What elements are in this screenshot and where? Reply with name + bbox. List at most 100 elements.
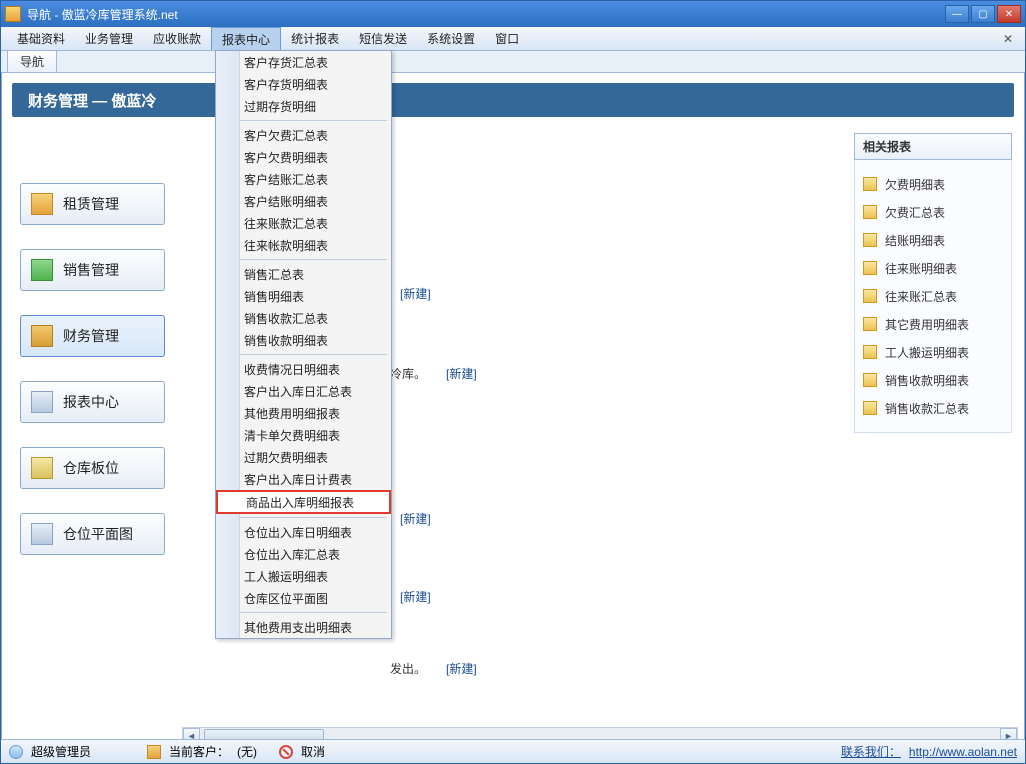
- menu-5[interactable]: 短信发送: [349, 27, 417, 50]
- menubar: 基础资料业务管理应收账款报表中心统计报表短信发送系统设置窗口 ✕: [1, 27, 1025, 51]
- titlebar: 导航 - 傲蓝冷库管理系统.net — ▢ ✕: [1, 1, 1025, 27]
- dropdown-item[interactable]: 往来帐款明细表: [216, 234, 391, 256]
- related-report-8[interactable]: 销售收款汇总表: [863, 394, 1003, 422]
- dropdown-item[interactable]: 往来账款汇总表: [216, 212, 391, 234]
- report-icon: [863, 373, 877, 387]
- banner-title: 财务管理 — 傲蓝冷: [28, 90, 156, 111]
- close-button[interactable]: ✕: [997, 5, 1021, 23]
- menu-3[interactable]: 报表中心: [211, 27, 281, 50]
- dropdown-item[interactable]: 过期存货明细: [216, 95, 391, 117]
- maximize-button[interactable]: ▢: [971, 5, 995, 23]
- dropdown-separator: [220, 517, 387, 518]
- row-desc-1: 冷库。: [390, 365, 426, 382]
- nav-icon-4: [31, 457, 53, 479]
- dropdown-item[interactable]: 其他费用支出明细表: [216, 616, 391, 638]
- nav-icon-3: [31, 391, 53, 413]
- dropdown-item[interactable]: 仓位出入库日明细表: [216, 521, 391, 543]
- nav-btn-4[interactable]: 仓库板位: [20, 447, 165, 489]
- menu-2[interactable]: 应收账款: [143, 27, 211, 50]
- dropdown-separator: [220, 354, 387, 355]
- minimize-button[interactable]: —: [945, 5, 969, 23]
- related-report-5[interactable]: 其它费用明细表: [863, 310, 1003, 338]
- nav-btn-1[interactable]: 销售管理: [20, 249, 165, 291]
- close-document-button[interactable]: ✕: [997, 27, 1019, 50]
- nav-btn-3[interactable]: 报表中心: [20, 381, 165, 423]
- user-icon: [9, 745, 23, 759]
- nav-label-3: 报表中心: [63, 392, 119, 412]
- cancel-icon[interactable]: [279, 745, 293, 759]
- status-customer-label: 当前客户：: [169, 743, 229, 760]
- app-icon: [5, 6, 21, 22]
- related-reports-header: 相关报表: [854, 133, 1012, 160]
- dropdown-item[interactable]: 商品出入库明细报表: [216, 490, 391, 514]
- related-report-0[interactable]: 欠费明细表: [863, 170, 1003, 198]
- tabstrip: 导航: [1, 51, 1025, 73]
- related-report-label-0: 欠费明细表: [885, 176, 945, 193]
- nav-btn-2[interactable]: 财务管理: [20, 315, 165, 357]
- row-new-link-2[interactable]: [新建]: [400, 510, 431, 527]
- dropdown-item[interactable]: 客户结账汇总表: [216, 168, 391, 190]
- row-new-link-0[interactable]: [新建]: [400, 285, 431, 302]
- status-cancel[interactable]: 取消: [301, 743, 325, 760]
- dropdown-item[interactable]: 客户出入库日汇总表: [216, 380, 391, 402]
- menu-0[interactable]: 基础资料: [7, 27, 75, 50]
- related-report-1[interactable]: 欠费汇总表: [863, 198, 1003, 226]
- dropdown-item[interactable]: 仓位出入库汇总表: [216, 543, 391, 565]
- report-center-dropdown: 客户存货汇总表客户存货明细表过期存货明细客户欠费汇总表客户欠费明细表客户结账汇总…: [215, 50, 392, 639]
- contact-link[interactable]: http://www.aolan.net: [909, 745, 1017, 759]
- nav-icon-2: [31, 325, 53, 347]
- nav-btn-0[interactable]: 租赁管理: [20, 183, 165, 225]
- report-icon: [863, 289, 877, 303]
- nav-label-2: 财务管理: [63, 326, 119, 346]
- related-report-6[interactable]: 工人搬运明细表: [863, 338, 1003, 366]
- left-nav: 租赁管理销售管理财务管理报表中心仓库板位仓位平面图: [20, 183, 165, 555]
- customer-icon: [147, 745, 161, 759]
- related-report-4[interactable]: 往来账汇总表: [863, 282, 1003, 310]
- tab-nav[interactable]: 导航: [7, 50, 57, 72]
- nav-icon-5: [31, 523, 53, 545]
- menu-7[interactable]: 窗口: [485, 27, 529, 50]
- dropdown-item[interactable]: 销售收款明细表: [216, 329, 391, 351]
- dropdown-item[interactable]: 客户存货汇总表: [216, 51, 391, 73]
- report-icon: [863, 345, 877, 359]
- related-report-2[interactable]: 结账明细表: [863, 226, 1003, 254]
- related-report-label-6: 工人搬运明细表: [885, 344, 969, 361]
- related-report-label-7: 销售收款明细表: [885, 372, 969, 389]
- menu-1[interactable]: 业务管理: [75, 27, 143, 50]
- nav-icon-1: [31, 259, 53, 281]
- dropdown-item[interactable]: 仓库区位平面图: [216, 587, 391, 609]
- dropdown-item[interactable]: 客户存货明细表: [216, 73, 391, 95]
- related-report-label-5: 其它费用明细表: [885, 316, 969, 333]
- nav-btn-5[interactable]: 仓位平面图: [20, 513, 165, 555]
- dropdown-item[interactable]: 过期欠费明细表: [216, 446, 391, 468]
- menu-6[interactable]: 系统设置: [417, 27, 485, 50]
- status-user: 超级管理员: [31, 743, 91, 760]
- dropdown-item[interactable]: 收费情况日明细表: [216, 358, 391, 380]
- row-new-link-1[interactable]: [新建]: [446, 365, 477, 382]
- dropdown-item[interactable]: 客户欠费明细表: [216, 146, 391, 168]
- row-new-link-3[interactable]: [新建]: [400, 588, 431, 605]
- related-report-label-1: 欠费汇总表: [885, 204, 945, 221]
- menu-4[interactable]: 统计报表: [281, 27, 349, 50]
- report-icon: [863, 401, 877, 415]
- related-reports-panel: 相关报表 欠费明细表欠费汇总表结账明细表往来账明细表往来账汇总表其它费用明细表工…: [854, 133, 1012, 433]
- dropdown-separator: [220, 120, 387, 121]
- dropdown-item[interactable]: 客户结账明细表: [216, 190, 391, 212]
- dropdown-item[interactable]: 销售收款汇总表: [216, 307, 391, 329]
- dropdown-item[interactable]: 工人搬运明细表: [216, 565, 391, 587]
- report-icon: [863, 317, 877, 331]
- dropdown-item[interactable]: 客户欠费汇总表: [216, 124, 391, 146]
- statusbar: 超级管理员 当前客户： (无) 取消 联系我们： http://www.aola…: [1, 739, 1025, 763]
- related-report-7[interactable]: 销售收款明细表: [863, 366, 1003, 394]
- dropdown-item[interactable]: 客户出入库日计费表: [216, 468, 391, 490]
- report-icon: [863, 177, 877, 191]
- related-report-label-8: 销售收款汇总表: [885, 400, 969, 417]
- related-report-3[interactable]: 往来账明细表: [863, 254, 1003, 282]
- row-new-link-4[interactable]: [新建]: [446, 660, 477, 677]
- dropdown-item[interactable]: 清卡单欠费明细表: [216, 424, 391, 446]
- dropdown-item[interactable]: 销售汇总表: [216, 263, 391, 285]
- main-area: 财务管理 — 傲蓝冷 v5.2 租赁管理销售管理财务管理报表中心仓库板位仓位平面…: [1, 73, 1025, 751]
- dropdown-item[interactable]: 销售明细表: [216, 285, 391, 307]
- dropdown-item[interactable]: 其他费用明细报表: [216, 402, 391, 424]
- nav-label-4: 仓库板位: [63, 458, 119, 478]
